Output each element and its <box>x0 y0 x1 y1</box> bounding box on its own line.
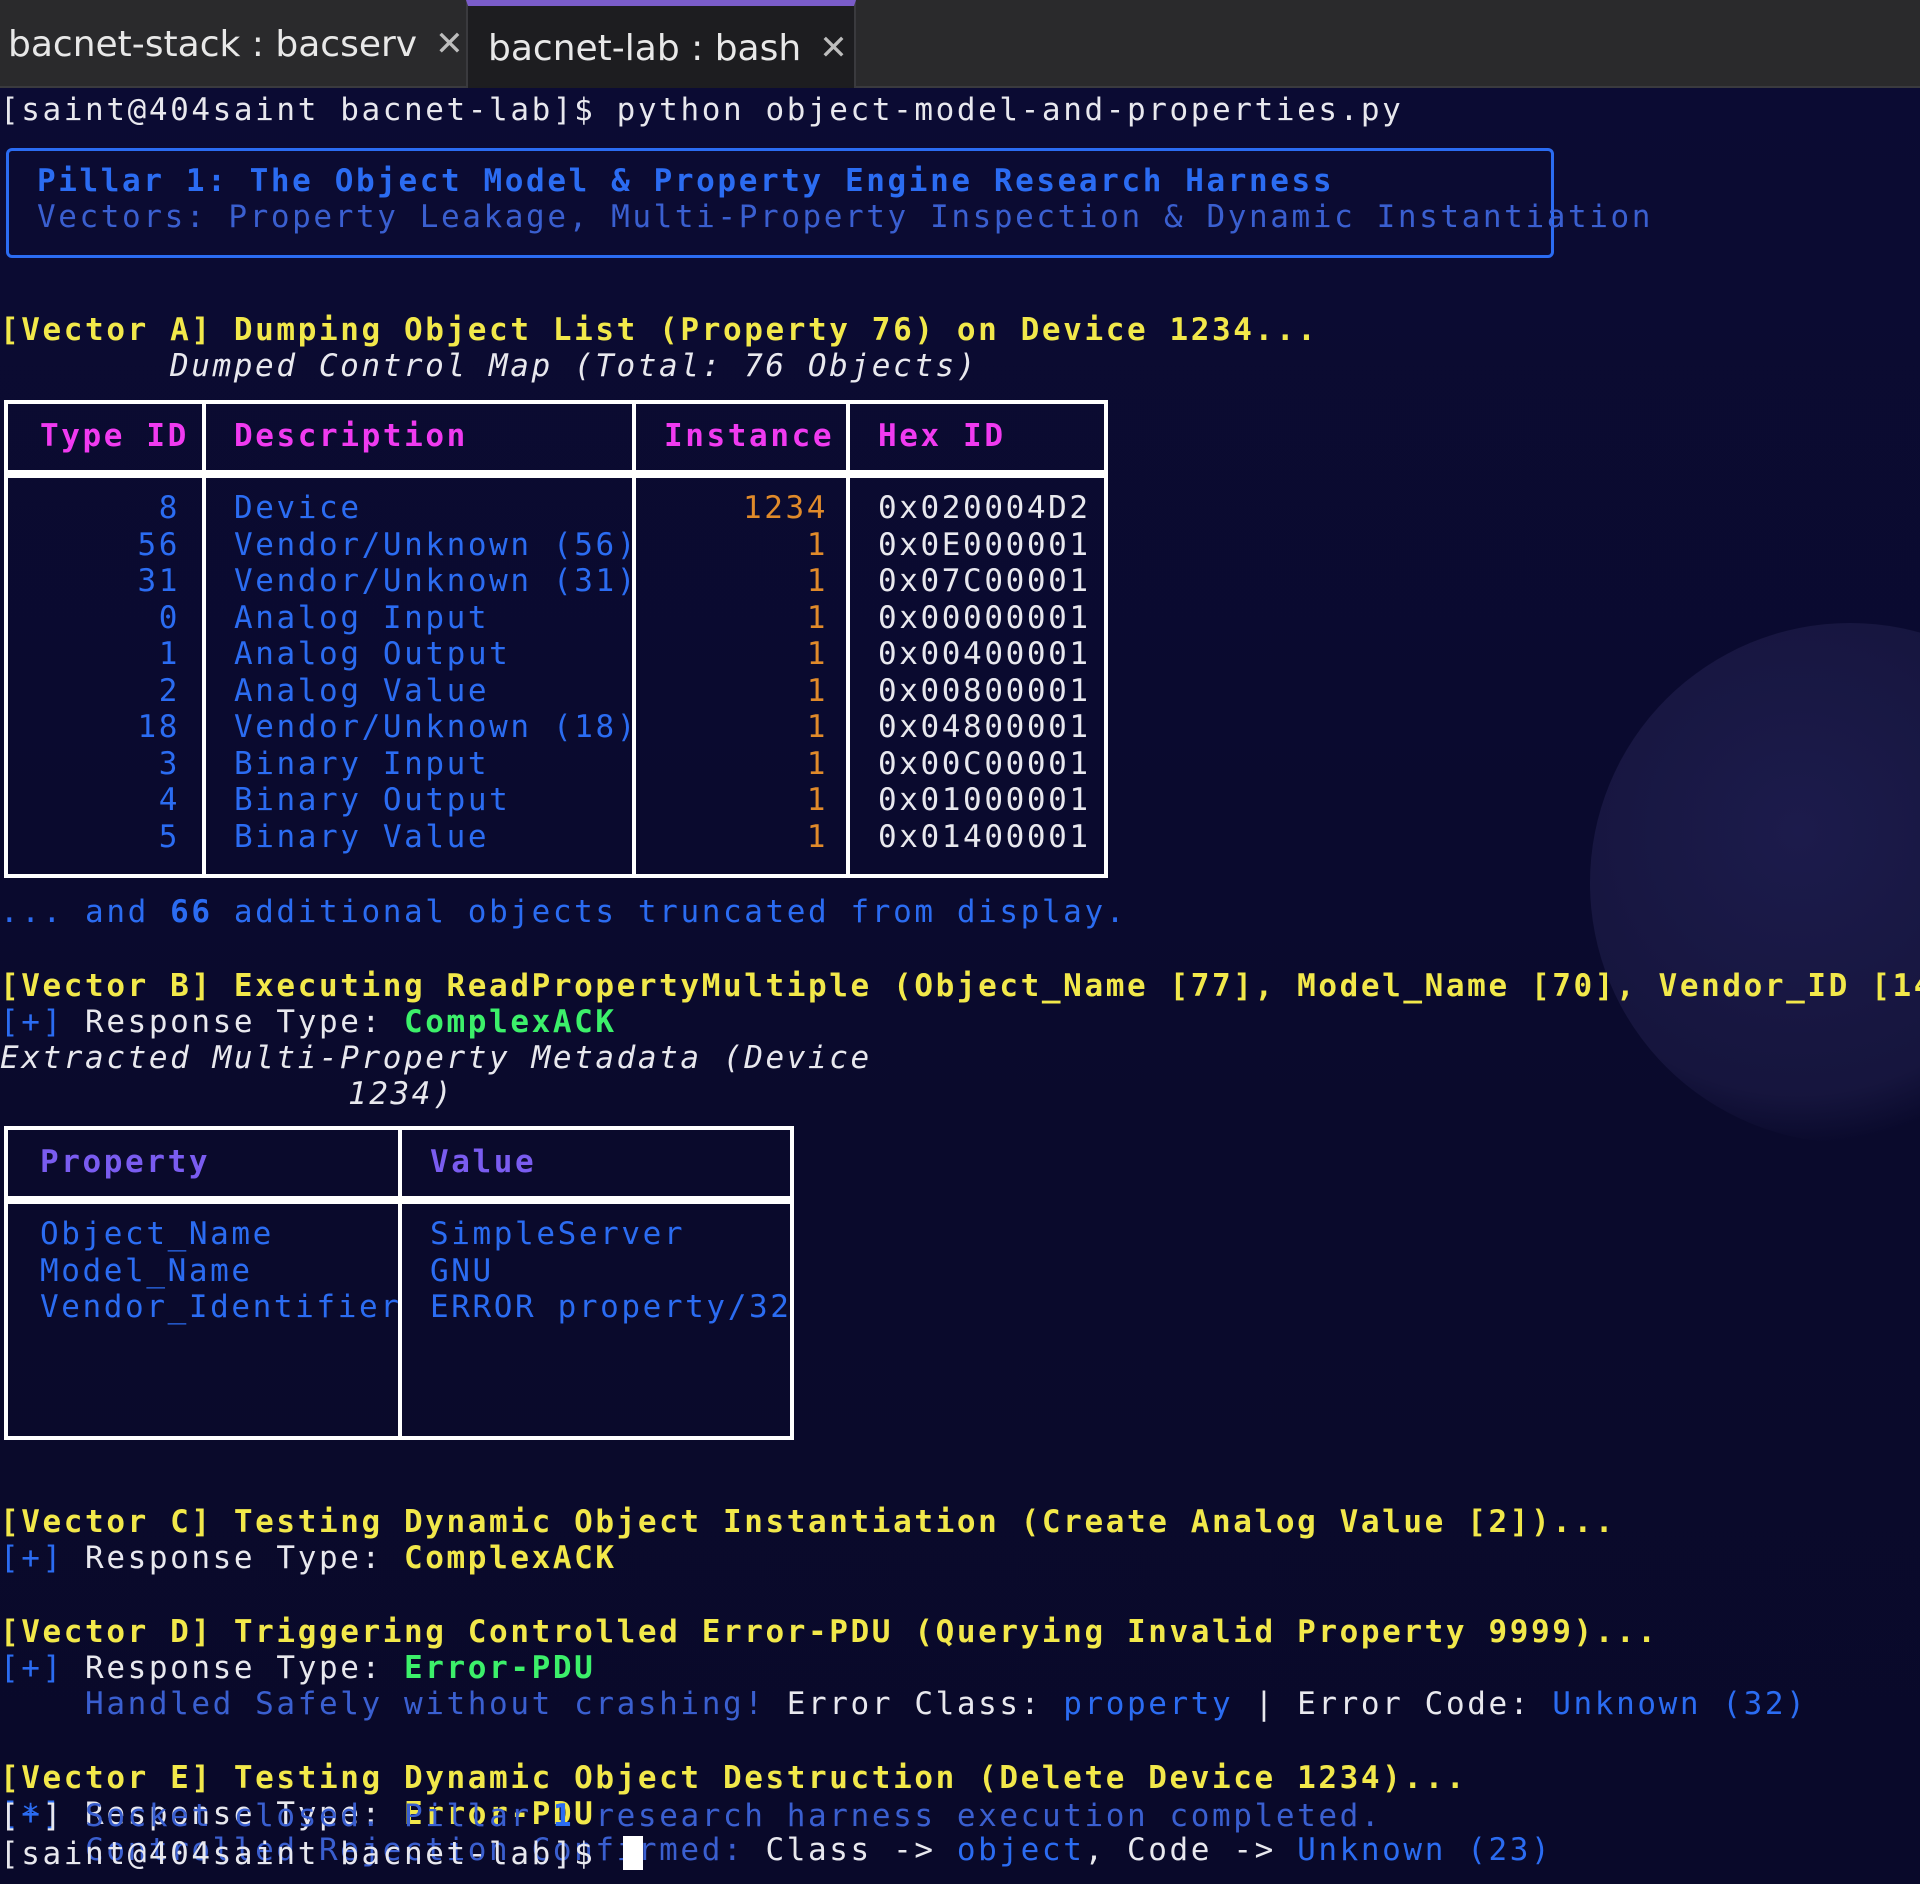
tab-bar: bacnet-stack : bacserv ✕ bacnet-lab : ba… <box>0 0 1920 90</box>
object-list-table: Type ID Description Instance Hex ID 8 56 3… <box>4 400 1108 878</box>
property-value-column: SimpleServer GNU ERROR property/32 <box>430 1216 791 1326</box>
table-cell-description: Analog Value <box>234 672 490 709</box>
command-line: [saint@404saint bacnet-lab]$ python obje… <box>0 92 1404 128</box>
moon-watermark-icon <box>1590 623 1920 1143</box>
table-cell-instance: 1 <box>806 818 828 855</box>
hex-id-column: 0x020004D2 0x0E000001 0x07C00001 0x00000001… <box>878 490 1091 855</box>
table-cell-instance: 1 <box>806 526 828 563</box>
vector-b-response: [+] Response Type: ComplexACK <box>0 1004 617 1040</box>
table-cell-instance: 1 <box>806 672 828 709</box>
table-cell-instance: 1 <box>806 563 828 599</box>
table-cell-type-id: 4 <box>158 782 180 818</box>
banner-title: Pillar 1: The Object Model & Property En… <box>37 163 1335 199</box>
table-cell-property: Model_Name <box>40 1252 253 1289</box>
col-header-instance: Instance <box>664 418 835 454</box>
col-header-property: Property <box>40 1144 211 1180</box>
vector-b-table-title: Extracted Multi-Property Metadata (Devic… <box>0 1040 872 1076</box>
banner-box: Pillar 1: The Object Model & Property En… <box>6 148 1650 258</box>
table-cell-description: Binary Output <box>234 782 511 818</box>
terminal-output[interactable]: [saint@404saint bacnet-lab]$ python obje… <box>0 88 1920 1884</box>
col-header-hex-id: Hex ID <box>878 418 1006 454</box>
table-cell-hex-id: 0x00400001 <box>878 636 1091 672</box>
table-cell-type-id: 31 <box>137 563 180 599</box>
vector-d-detail: Handled Safely without crashing! Error C… <box>0 1686 1808 1722</box>
table-cell-property: Vendor_Identifier <box>40 1289 402 1325</box>
instance-column: 1234 1 1 1 1 1 1 1 1 1 <box>648 490 828 855</box>
table-cell-type-id: 18 <box>137 709 180 745</box>
table-cell-type-id: 2 <box>158 672 180 709</box>
table-cell-hex-id: 0x01000001 <box>878 782 1091 818</box>
table-cell-instance: 1 <box>806 636 828 672</box>
table-cell-type-id: 56 <box>137 526 180 563</box>
table-cell-hex-id: 0x00000001 <box>878 599 1091 636</box>
table-cell-hex-id: 0x01400001 <box>878 818 1091 855</box>
table-cell-instance: 1 <box>806 599 828 636</box>
footer-status: [*] Socket closed. Pillar 1 research har… <box>0 1798 1383 1834</box>
banner-subtitle: Vectors: Property Leakage, Multi-Propert… <box>37 199 1654 235</box>
table-cell-hex-id: 0x0E000001 <box>878 526 1091 563</box>
table-cell-instance: 1 <box>806 782 828 818</box>
table-cell-hex-id: 0x07C00001 <box>878 563 1091 599</box>
table-cell-property: Object_Name <box>40 1216 274 1252</box>
table-cell-description: Device <box>234 490 362 526</box>
table-cell-value: GNU <box>430 1252 494 1289</box>
property-name-column: Object_Name Model_Name Vendor_Identifier <box>40 1216 401 1326</box>
vector-a-heading: [Vector A] Dumping Object List (Property… <box>0 312 1319 348</box>
table-cell-description: Vendor/Unknown (31) <box>234 563 639 599</box>
table-cell-instance: 1 <box>806 745 828 782</box>
tab-bash[interactable]: bacnet-lab : bash ✕ <box>466 0 856 90</box>
table-cell-description: Binary Value <box>234 818 490 855</box>
table-cell-value: ERROR property/32 <box>430 1289 792 1325</box>
close-icon[interactable]: ✕ <box>819 28 848 68</box>
table-cell-type-id: 5 <box>158 818 180 855</box>
table-cell-type-id: 1 <box>158 636 180 672</box>
vector-a-table-title: Dumped Control Map (Total: 76 Objects) <box>170 348 979 384</box>
table-cell-value: SimpleServer <box>430 1216 686 1252</box>
table-cell-description: Binary Input <box>234 745 490 782</box>
vector-d-heading: [Vector D] Triggering Controlled Error-P… <box>0 1614 1659 1650</box>
col-header-value: Value <box>430 1144 537 1180</box>
truncation-note: ... and 66 additional objects truncated … <box>0 894 1127 930</box>
vector-b-table-title-cont: 1234) <box>348 1076 455 1112</box>
property-table: Property Value Object_Name Model_Name Vend… <box>4 1126 794 1440</box>
table-cell-instance: 1234 <box>742 490 828 526</box>
col-header-description: Description <box>234 418 468 454</box>
table-cell-hex-id: 0x00C00001 <box>878 745 1091 782</box>
tab-bacserv[interactable]: bacnet-stack : bacserv ✕ <box>0 0 464 88</box>
vector-c-heading: [Vector C] Testing Dynamic Object Instan… <box>0 1504 1617 1540</box>
table-cell-description: Vendor/Unknown (56) <box>234 526 639 563</box>
table-cell-instance: 1 <box>806 709 828 745</box>
table-cell-description: Analog Output <box>234 636 511 672</box>
vector-e-heading: [Vector E] Testing Dynamic Object Destru… <box>0 1760 1468 1796</box>
table-cell-hex-id: 0x04800001 <box>878 709 1091 745</box>
table-cell-type-id: 3 <box>158 745 180 782</box>
type-id-column: 8 56 31 0 1 2 18 3 4 5 <box>48 490 180 855</box>
vector-d-response: [+] Response Type: Error-PDU <box>0 1650 596 1686</box>
table-cell-hex-id: 0x020004D2 <box>878 490 1091 526</box>
table-cell-description: Vendor/Unknown (18) <box>234 709 639 745</box>
table-cell-hex-id: 0x00800001 <box>878 672 1091 709</box>
tab-label: bacnet-stack : bacserv <box>8 23 418 65</box>
close-icon[interactable]: ✕ <box>435 24 464 64</box>
table-cell-type-id: 0 <box>158 599 180 636</box>
cursor-icon <box>622 1836 643 1870</box>
final-prompt[interactable]: [saint@404saint bacnet-lab]$ <box>0 1836 643 1872</box>
description-column: Device Vendor/Unknown (56) Vendor/Unknown … <box>234 490 638 855</box>
vector-b-heading: [Vector B] Executing ReadPropertyMultipl… <box>0 968 1920 1004</box>
tab-label: bacnet-lab : bash <box>488 27 802 69</box>
col-header-type-id: Type ID <box>40 418 189 454</box>
table-cell-description: Analog Input <box>234 599 490 636</box>
table-cell-type-id: 8 <box>158 490 180 526</box>
vector-c-response: [+] Response Type: ComplexACK <box>0 1540 617 1576</box>
